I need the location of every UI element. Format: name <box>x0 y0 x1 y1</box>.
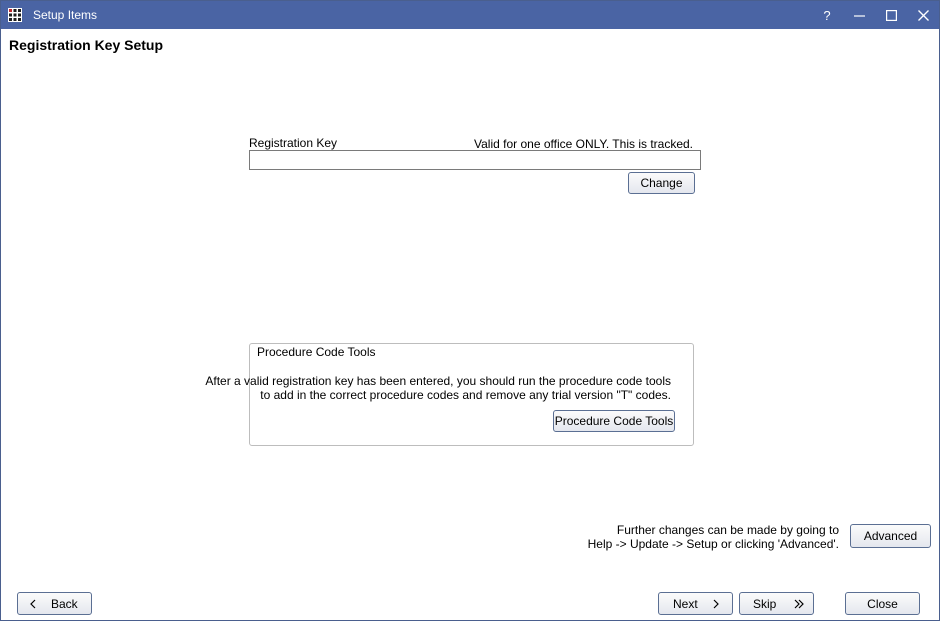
chevron-left-icon <box>30 599 36 609</box>
advanced-description-line2: Help -> Update -> Setup or clicking 'Adv… <box>587 537 839 551</box>
registration-key-label: Registration Key <box>249 136 338 150</box>
skip-button-label: Skip <box>753 597 777 611</box>
advanced-description: Further changes can be made by going to … <box>588 523 839 551</box>
procedure-tools-description: After a valid registration key has been … <box>205 374 671 402</box>
advanced-button[interactable]: Advanced <box>850 524 931 548</box>
change-button[interactable]: Change <box>628 172 695 194</box>
close-window-button[interactable] <box>907 1 939 29</box>
maximize-button[interactable] <box>875 1 907 29</box>
back-button-label: Back <box>51 597 78 611</box>
procedure-tools-description-line2: to add in the correct procedure codes an… <box>260 388 671 402</box>
grid-app-icon <box>8 8 22 22</box>
page-title: Registration Key Setup <box>9 37 164 53</box>
procedure-code-tools-button[interactable]: Procedure Code Tools <box>553 410 675 432</box>
setup-items-window: Setup Items ? Registration Key Setup Reg… <box>0 0 940 621</box>
double-chevron-right-icon <box>794 599 804 609</box>
registration-key-input[interactable] <box>249 150 701 170</box>
window-title: Setup Items <box>33 8 98 22</box>
next-button-label: Next <box>673 597 698 611</box>
next-button[interactable]: Next <box>658 592 733 615</box>
maximize-icon <box>885 9 897 21</box>
back-button[interactable]: Back <box>17 592 92 615</box>
close-button[interactable]: Close <box>845 592 920 615</box>
close-icon <box>917 9 929 21</box>
help-button[interactable]: ? <box>811 1 843 29</box>
title-bar[interactable]: Setup Items ? <box>1 1 939 29</box>
chevron-right-icon <box>713 599 719 609</box>
minimize-button[interactable] <box>843 1 875 29</box>
procedure-code-tools-group: Procedure Code Tools After a valid regis… <box>205 343 694 446</box>
skip-button[interactable]: Skip <box>739 592 814 615</box>
minimize-icon <box>853 14 865 17</box>
procedure-code-tools-group-label: Procedure Code Tools <box>257 345 376 359</box>
advanced-description-line1: Further changes can be made by going to <box>616 523 839 537</box>
help-icon: ? <box>823 7 831 23</box>
procedure-tools-description-line1: After a valid registration key has been … <box>205 374 671 388</box>
registration-key-note: Valid for one office ONLY. This is track… <box>474 137 693 151</box>
